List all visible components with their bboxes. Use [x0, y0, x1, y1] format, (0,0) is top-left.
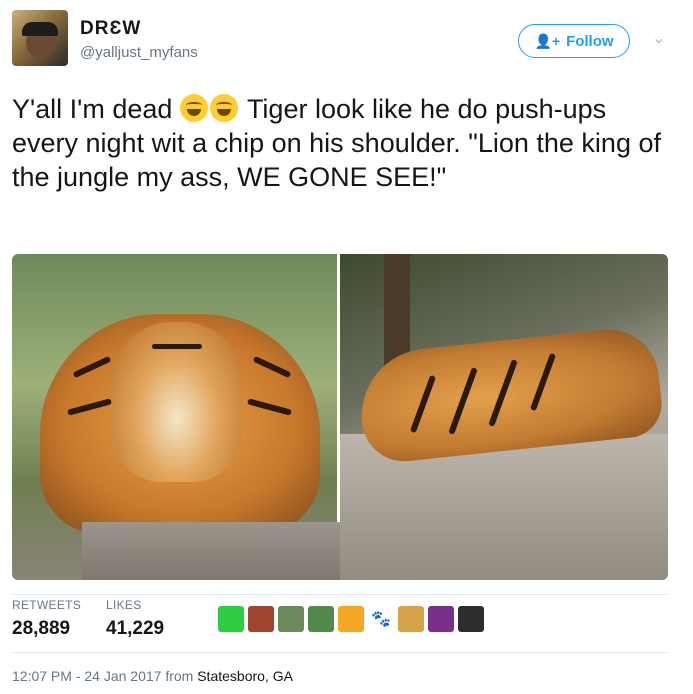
user-handle[interactable]: @yalljust_myfans	[80, 44, 198, 61]
face-with-tears-of-joy-icon	[179, 94, 208, 122]
timestamp-link[interactable]: 12:07 PM - 24 Jan 2017	[12, 668, 161, 684]
paw-icon: 🐾	[371, 611, 391, 628]
media-photo-lying-tiger[interactable]	[340, 254, 668, 580]
liker-avatar[interactable]	[248, 606, 274, 632]
liker-avatar[interactable]	[458, 606, 484, 632]
from-label: from	[161, 668, 198, 684]
liker-avatar[interactable]	[398, 606, 424, 632]
liker-avatar[interactable]	[428, 606, 454, 632]
tweet-header: DRƐW @yalljust_myfans 👤+ Follow ⌄	[12, 10, 682, 70]
divider	[12, 594, 668, 595]
tiger-stripe	[152, 344, 202, 349]
tweet-media[interactable]	[12, 254, 668, 580]
face-with-tears-of-joy-icon	[209, 94, 238, 122]
chevron-down-icon[interactable]: ⌄	[652, 28, 665, 48]
follow-button[interactable]: 👤+ Follow	[518, 24, 630, 58]
rock	[82, 522, 342, 580]
tweet-text-part1: Y'all I'm dead	[12, 94, 173, 124]
media-photo-crouching-tiger[interactable]	[12, 254, 342, 580]
liker-avatar[interactable]	[218, 606, 244, 632]
divider	[12, 652, 668, 653]
likers-avatars: 🐾	[218, 606, 484, 632]
avatar-cap	[22, 22, 58, 36]
add-user-icon: 👤+	[534, 32, 561, 49]
liker-avatar[interactable]	[308, 606, 334, 632]
retweets-label[interactable]: RETWEETS	[12, 598, 81, 612]
liker-avatar[interactable]	[338, 606, 364, 632]
likes-count[interactable]: 41,229	[106, 618, 164, 640]
follow-button-label: Follow	[566, 32, 614, 50]
tweet-stats: RETWEETS 28,889 LIKES 41,229 🐾	[12, 598, 672, 648]
tweet-timestamp: 12:07 PM - 24 Jan 2017 from Statesboro, …	[12, 668, 293, 684]
retweets-count[interactable]: 28,889	[12, 618, 70, 640]
tweet-text: Y'all I'm dead Tiger look like he do pus…	[12, 92, 672, 194]
likes-label[interactable]: LIKES	[106, 598, 142, 612]
liker-avatar[interactable]	[278, 606, 304, 632]
liker-avatar-paw[interactable]: 🐾	[368, 606, 394, 632]
avatar[interactable]	[12, 10, 68, 66]
location-link[interactable]: Statesboro, GA	[197, 668, 293, 684]
display-name[interactable]: DRƐW	[80, 18, 141, 40]
